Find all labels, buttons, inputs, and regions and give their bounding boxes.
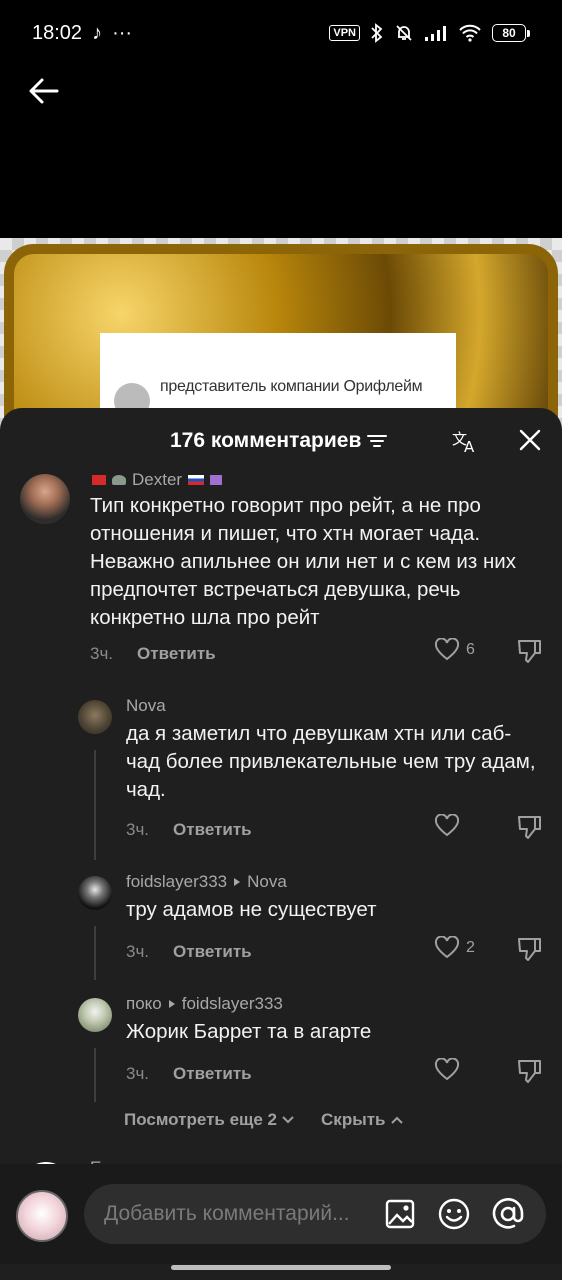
comments-count-title[interactable]: 176 комментариев (170, 429, 388, 453)
heart-outline-icon (434, 814, 460, 837)
comments-sheet: 176 комментариев 文A Dexter Тип конкретно… (0, 408, 562, 1280)
chevron-down-icon (282, 1116, 294, 1124)
close-button[interactable] (516, 426, 544, 454)
thread-line (94, 1048, 96, 1102)
flag-badge-icon (92, 475, 106, 485)
reply-time: 3ч. (126, 942, 150, 961)
reply-text: да я заметил что девушкам хтн или саб-ча… (126, 722, 536, 801)
thread-line (94, 750, 96, 860)
more-notifications-icon: ··· (112, 21, 133, 44)
reply-button[interactable]: Ответить (173, 1064, 252, 1084)
reply-button[interactable]: Ответить (173, 820, 252, 840)
thumbs-down-icon (518, 1060, 541, 1083)
reply-text: Жорик Баррет та в агарте (126, 1020, 372, 1043)
emoji-button[interactable] (436, 1196, 472, 1232)
reply-button[interactable]: Ответить (137, 644, 216, 664)
like-count: 2 (466, 939, 475, 956)
comment-meta: 3ч. Ответить (90, 644, 216, 664)
comments-count: 176 комментариев (170, 429, 362, 452)
reply-time: 3ч. (126, 820, 150, 839)
frame-caption: представитель компании Орифлейм (160, 378, 423, 395)
comment-text: Тип конкретно говорит про рейт, а не про… (90, 494, 516, 629)
svg-text:A: A (464, 438, 475, 454)
status-time: 18:02 (32, 21, 83, 44)
heart-outline-icon (434, 936, 460, 959)
status-bar: 18:02 ♪ ··· VPN 80 (0, 0, 562, 66)
translate-button[interactable]: 文A (452, 426, 480, 456)
battery-icon: 80 (492, 24, 530, 42)
back-button[interactable] (24, 68, 64, 114)
translate-icon: 文A (452, 430, 475, 456)
like-button[interactable] (434, 814, 460, 838)
home-indicator (171, 1265, 391, 1270)
avatar[interactable] (78, 998, 112, 1032)
flag-badge-icon (188, 475, 205, 485)
like-button[interactable]: 6 (434, 638, 475, 662)
avatar[interactable] (20, 474, 70, 524)
cellular-signal-icon (425, 26, 446, 41)
reply-text: тру адамов не существует (126, 898, 377, 921)
view-more-replies-button[interactable]: Посмотреть еще 2 (124, 1110, 295, 1130)
avatar[interactable] (78, 700, 112, 734)
thumbs-down-icon (518, 640, 541, 663)
mention-button[interactable] (490, 1196, 526, 1232)
dislike-button[interactable] (516, 1058, 542, 1089)
thread-controls: Посмотреть еще 2 Скрыть (124, 1110, 404, 1130)
comments-header: 176 комментариев 文A (0, 408, 562, 472)
reply-button[interactable]: Ответить (173, 942, 252, 962)
comment-input[interactable]: Добавить комментарий... (84, 1184, 546, 1244)
bluetooth-icon (371, 23, 383, 43)
reply-meta: 3ч. Ответить (126, 1064, 252, 1084)
image-icon (385, 1199, 415, 1229)
image-attach-button[interactable] (382, 1196, 418, 1232)
hide-replies-button[interactable]: Скрыть (321, 1110, 403, 1130)
close-icon (519, 429, 541, 451)
current-user-avatar (16, 1190, 68, 1242)
like-button[interactable] (434, 1058, 460, 1082)
emoji-icon (438, 1198, 470, 1230)
mute-bell-icon (396, 25, 412, 41)
username[interactable]: Dexter (92, 470, 223, 490)
like-button[interactable]: 2 (434, 936, 475, 960)
dislike-button[interactable] (516, 814, 542, 845)
heart-outline-icon (434, 638, 460, 661)
chevron-up-icon (390, 1116, 403, 1124)
reply-meta: 3ч. Ответить (126, 820, 252, 840)
reply-arrow-icon (234, 878, 241, 886)
thumbs-down-icon (518, 938, 541, 961)
vpn-icon: VPN (329, 25, 360, 41)
tiktok-notification-icon: ♪ (92, 21, 103, 44)
heart-outline-icon (434, 1058, 460, 1081)
username[interactable]: foidslayer333 Nova (126, 872, 287, 892)
comment-time: 3ч. (90, 644, 114, 663)
sort-filter-icon (367, 435, 388, 447)
thread-line (94, 926, 96, 980)
at-sign-icon (492, 1198, 524, 1229)
reply-arrow-icon (168, 1000, 175, 1008)
ufo-badge-icon (112, 475, 126, 485)
username[interactable]: Nova (126, 696, 166, 716)
arrow-left-icon (29, 78, 59, 104)
like-count: 6 (466, 641, 475, 658)
dislike-button[interactable] (516, 638, 542, 669)
thumbs-down-icon (518, 816, 541, 839)
comment-input-placeholder: Добавить комментарий... (104, 1202, 350, 1225)
sparkle-badge-icon (210, 475, 223, 485)
wifi-icon (459, 24, 481, 42)
dislike-button[interactable] (516, 936, 542, 967)
username[interactable]: поко foidslayer333 (126, 994, 283, 1014)
reply-meta: 3ч. Ответить (126, 942, 252, 962)
avatar[interactable] (78, 876, 112, 910)
reply-time: 3ч. (126, 1064, 150, 1083)
